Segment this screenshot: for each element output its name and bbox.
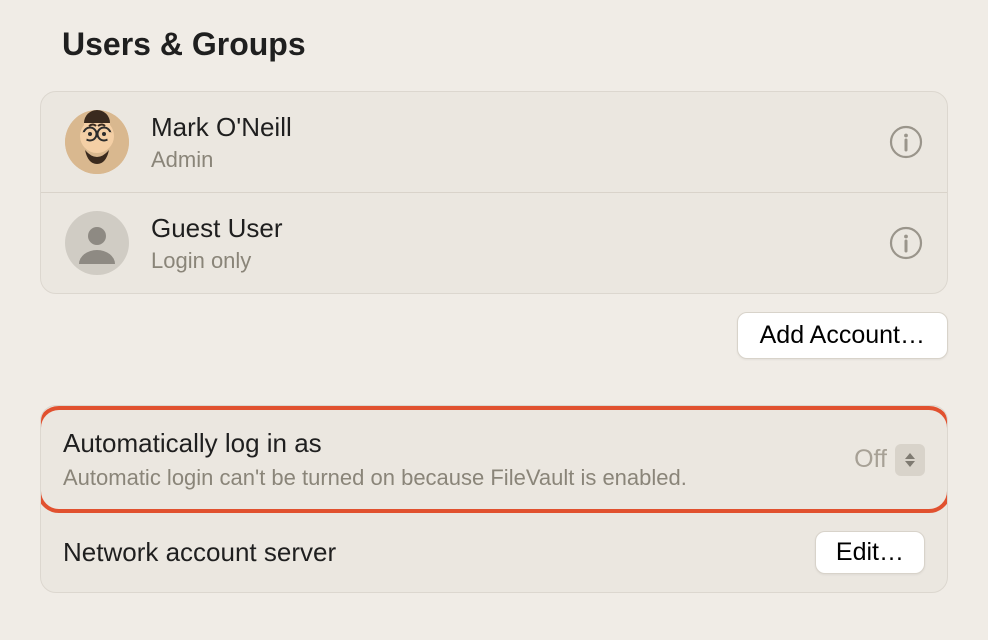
user-text: Guest User Login only <box>151 213 867 274</box>
highlight-annotation: Automatically log in as Automatic login … <box>40 406 948 513</box>
user-row-mark[interactable]: Mark O'Neill Admin <box>41 92 947 192</box>
auto-login-subtext: Automatic login can't be turned on becau… <box>63 465 838 491</box>
user-role: Admin <box>151 147 867 173</box>
user-text: Mark O'Neill Admin <box>151 112 867 173</box>
setting-row-auto-login: Automatically log in as Automatic login … <box>41 410 947 509</box>
user-role: Login only <box>151 248 867 274</box>
edit-button[interactable]: Edit… <box>815 531 925 574</box>
info-button[interactable] <box>889 125 923 159</box>
user-name: Mark O'Neill <box>151 112 867 143</box>
user-name: Guest User <box>151 213 867 244</box>
memoji-icon <box>65 110 129 174</box>
auto-login-value: Off <box>854 445 887 474</box>
info-icon <box>889 125 923 159</box>
avatar <box>65 211 129 275</box>
info-button[interactable] <box>889 226 923 260</box>
setting-row-network-server: Network account server Edit… <box>41 513 947 592</box>
add-account-button[interactable]: Add Account… <box>737 312 948 359</box>
users-panel: Mark O'Neill Admin Guest User Lo <box>40 91 948 294</box>
avatar <box>65 110 129 174</box>
auto-login-select[interactable]: Off <box>854 444 925 476</box>
settings-panel: Automatically log in as Automatic login … <box>40 405 948 593</box>
auto-login-label: Automatically log in as <box>63 428 838 459</box>
chevrons-up-down-icon <box>895 444 925 476</box>
info-icon <box>889 226 923 260</box>
person-icon <box>76 222 118 264</box>
page-title: Users & Groups <box>62 26 948 63</box>
network-server-label: Network account server <box>63 537 799 568</box>
user-row-guest[interactable]: Guest User Login only <box>41 192 947 293</box>
